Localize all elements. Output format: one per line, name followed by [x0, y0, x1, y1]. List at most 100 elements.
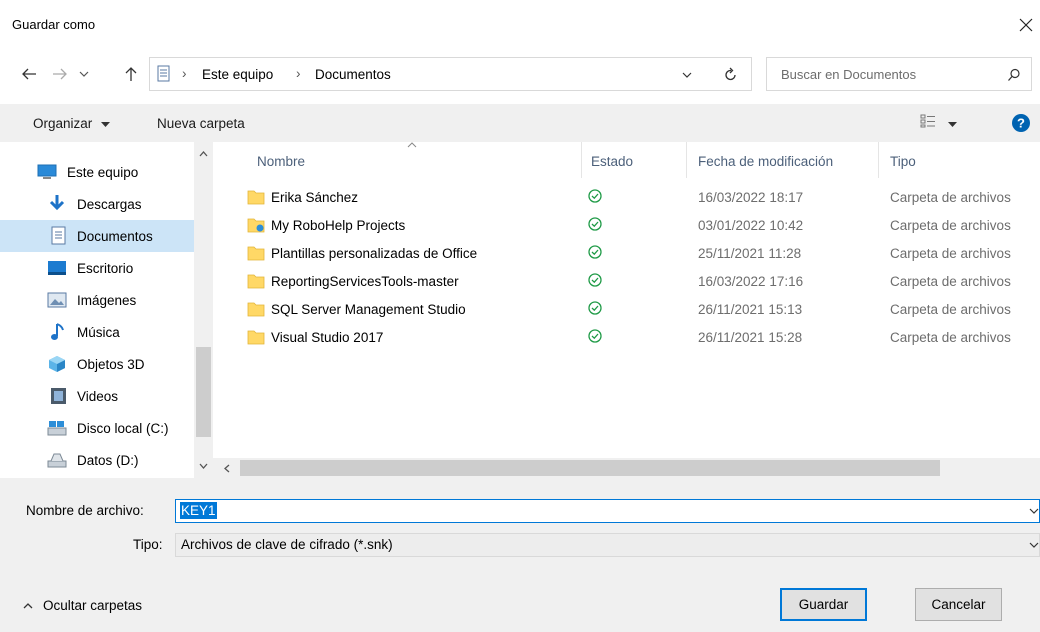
file-date: 26/11/2021 15:13: [698, 302, 803, 317]
column-divider[interactable]: [686, 142, 687, 178]
desktop-icon: [48, 261, 66, 275]
chevron-down-icon[interactable]: [1029, 508, 1039, 515]
file-list: Nombre Estado Fecha de modificación Tipo…: [230, 142, 1040, 478]
filename-value[interactable]: KEY1: [180, 502, 217, 519]
file-type: Carpeta de archivos: [890, 274, 1011, 289]
nav-item-documentos[interactable]: Documentos: [0, 220, 194, 252]
file-type-value: Archivos de clave de cifrado (*.snk): [181, 537, 393, 552]
caret-down-icon: [101, 122, 111, 127]
nav-item-este-equipo[interactable]: Este equipo: [0, 156, 194, 188]
column-divider[interactable]: [581, 142, 582, 178]
new-folder-button[interactable]: Nueva carpeta: [157, 116, 245, 131]
file-row[interactable]: SQL Server Management Studio 26/11/2021 1…: [230, 296, 1040, 324]
close-icon[interactable]: [1016, 14, 1036, 36]
cancel-button[interactable]: Cancelar: [915, 588, 1002, 621]
file-list-hscrollbar[interactable]: [213, 458, 1040, 478]
folder-icon: [247, 302, 265, 317]
file-type: Carpeta de archivos: [890, 302, 1011, 317]
nav-label: Escritorio: [77, 260, 134, 276]
file-type: Carpeta de archivos: [890, 330, 1011, 345]
search-icon[interactable]: [1007, 68, 1021, 82]
scroll-left-icon[interactable]: [223, 464, 230, 473]
sync-ok-icon: [588, 273, 602, 287]
search-input[interactable]: Buscar en Documentos: [781, 67, 916, 82]
breadcrumb-documentos[interactable]: Documentos: [315, 67, 391, 82]
organize-menu[interactable]: Organizar: [33, 116, 111, 131]
nav-item-musica[interactable]: Música: [0, 316, 194, 348]
nav-label: Datos (D:): [77, 452, 139, 468]
drive-icon: [47, 453, 67, 468]
filename-field[interactable]: KEY1: [175, 499, 1040, 523]
nav-item-objetos-3d[interactable]: Objetos 3D: [0, 348, 194, 380]
file-type: Carpeta de archivos: [890, 246, 1011, 261]
help-icon[interactable]: ?: [1012, 114, 1030, 132]
chevron-down-icon[interactable]: [1029, 542, 1039, 549]
downloads-icon: [49, 195, 65, 211]
file-row[interactable]: Plantillas personalizadas de Office 25/11…: [230, 240, 1040, 268]
up-button[interactable]: [122, 64, 140, 84]
nav-item-disco-local[interactable]: Disco local (C:): [0, 412, 194, 444]
address-bar[interactable]: › Este equipo › Documentos: [149, 57, 752, 91]
hide-folders-button[interactable]: Ocultar carpetas: [23, 598, 142, 613]
scroll-up-icon[interactable]: [199, 150, 208, 157]
column-header-modified[interactable]: Fecha de modificación: [698, 154, 833, 169]
file-type-select[interactable]: Archivos de clave de cifrado (*.snk): [175, 533, 1040, 557]
breadcrumb-este-equipo[interactable]: Este equipo: [202, 67, 273, 82]
nav-item-escritorio[interactable]: Escritorio: [0, 252, 194, 284]
search-box[interactable]: Buscar en Documentos: [766, 57, 1032, 91]
caret-down-icon: [947, 122, 957, 127]
videos-icon: [51, 388, 66, 404]
chevron-up-icon: [23, 603, 33, 609]
sync-ok-icon: [588, 217, 602, 231]
file-name: Plantillas personalizadas de Office: [271, 246, 478, 261]
save-options-panel: Nombre de archivo: KEY1 Tipo: Archivos d…: [0, 478, 1040, 632]
chevron-down-icon: [79, 71, 89, 77]
column-header-status[interactable]: Estado: [591, 154, 633, 169]
svg-text:?: ?: [1017, 116, 1025, 131]
local-disk-icon: [47, 421, 67, 436]
scroll-down-icon[interactable]: [199, 463, 208, 470]
forward-button[interactable]: [49, 64, 71, 84]
column-header-name[interactable]: Nombre: [257, 154, 305, 169]
nav-label: Documentos: [77, 228, 153, 244]
recent-locations-button[interactable]: [76, 64, 92, 84]
nav-item-imagenes[interactable]: Imágenes: [0, 284, 194, 316]
nav-item-datos-d[interactable]: Datos (D:): [0, 444, 194, 476]
navigation-scrollbar[interactable]: [194, 142, 213, 478]
hide-folders-label: Ocultar carpetas: [43, 598, 143, 613]
nav-label: Objetos 3D: [77, 356, 145, 372]
documents-location-icon: [157, 65, 170, 82]
forward-arrow-icon: [53, 68, 67, 80]
refresh-icon: [725, 67, 736, 81]
filename-label: Nombre de archivo:: [26, 503, 144, 518]
column-header-type[interactable]: Tipo: [890, 154, 916, 169]
save-button[interactable]: Guardar: [780, 588, 867, 621]
column-divider[interactable]: [878, 142, 879, 178]
folder-icon: [247, 190, 265, 205]
file-name: Erika Sánchez: [271, 190, 359, 205]
computer-icon: [37, 164, 57, 179]
file-row[interactable]: Visual Studio 2017 26/11/2021 15:28 Carpet…: [230, 324, 1040, 352]
refresh-button[interactable]: [712, 57, 752, 91]
file-date: 16/03/2022 18:17: [698, 190, 804, 205]
file-date: 03/01/2022 10:42: [698, 218, 804, 233]
file-row[interactable]: My RoboHelp Projects 03/01/2022 10:42 Carp…: [230, 212, 1040, 240]
back-button[interactable]: [18, 64, 40, 84]
file-name: SQL Server Management Studio: [271, 302, 466, 317]
nav-label: Este equipo: [67, 164, 139, 180]
nav-item-videos[interactable]: Videos: [0, 380, 194, 412]
sync-ok-icon: [588, 245, 602, 259]
folder-icon: [247, 330, 265, 345]
chevron-down-icon[interactable]: [682, 71, 692, 79]
organize-label: Organizar: [33, 116, 93, 131]
scrollbar-thumb[interactable]: [196, 347, 211, 437]
view-options-button[interactable]: [920, 114, 957, 131]
file-row[interactable]: Erika Sánchez 16/03/2022 18:17 Carpeta de …: [230, 184, 1040, 212]
nav-item-descargas[interactable]: Descargas: [0, 188, 194, 220]
sync-ok-icon: [588, 189, 602, 203]
folder-icon: [247, 274, 265, 289]
file-row[interactable]: ReportingServicesTools-master 16/03/2022 …: [230, 268, 1040, 296]
scrollbar-thumb[interactable]: [240, 460, 940, 476]
music-icon: [51, 323, 64, 340]
folder-icon: [247, 246, 265, 261]
